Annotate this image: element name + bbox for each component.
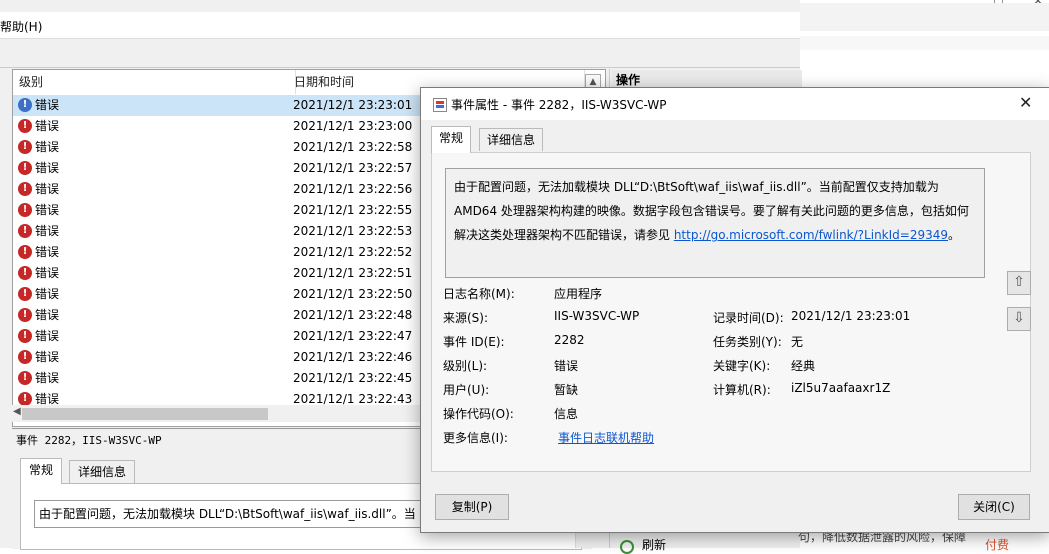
source-value: IIS-W3SVC-WP (554, 309, 640, 323)
more-info-link[interactable]: 事件日志联机帮助 (558, 429, 654, 446)
event-id-value: 2282 (554, 333, 585, 347)
error-icon: ! (18, 266, 32, 280)
browser-strip (800, 3, 1049, 31)
event-datetime: 2021/12/1 23:23:00 (293, 119, 413, 133)
event-datetime: 2021/12/1 23:22:53 (293, 224, 413, 238)
dialog-title: 事件属性 - 事件 2282，IIS-W3SVC-WP (451, 98, 667, 112)
user-value: 暂缺 (554, 383, 579, 397)
event-datetime: 2021/12/1 23:22:51 (293, 266, 413, 280)
dialog-tab-details[interactable]: 详细信息 (479, 128, 544, 151)
logged-label: 记录时间(D): (713, 311, 784, 325)
event-datetime: 2021/12/1 23:22:56 (293, 182, 413, 196)
scroll-left-icon[interactable]: ◀ (13, 406, 21, 417)
close-button[interactable]: 关闭(C) (958, 494, 1030, 520)
task-category-value: 无 (791, 335, 804, 349)
error-icon: ! (18, 350, 32, 364)
event-level: 错误 (35, 224, 60, 238)
event-level: 错误 (35, 329, 60, 343)
event-level: 错误 (35, 119, 60, 133)
event-level: 错误 (35, 266, 60, 280)
background-pay-link[interactable]: 付费 (985, 536, 1009, 553)
event-level: 错误 (35, 98, 60, 112)
copy-button[interactable]: 复制(P) (435, 494, 509, 520)
more-info-label: 更多信息(I): (443, 431, 508, 445)
event-datetime: 2021/12/1 23:22:58 (293, 140, 413, 154)
toolbar (0, 39, 800, 68)
detail-pane-title: 事件 2282，IIS-W3SVC-WP (16, 434, 162, 447)
event-properties-icon (433, 98, 447, 112)
keywords-label: 关键字(K): (713, 359, 771, 373)
computer-label: 计算机(R): (713, 383, 771, 397)
user-label: 用户(U): (443, 383, 490, 397)
event-datetime: 2021/12/1 23:22:57 (293, 161, 413, 175)
error-icon: ! (18, 203, 32, 217)
level-value: 错误 (554, 359, 579, 373)
keywords-value: 经典 (791, 359, 816, 373)
close-icon[interactable]: ✕ (1019, 93, 1032, 112)
scrollbar-thumb[interactable] (22, 408, 268, 420)
detail-tab-general[interactable]: 常规 (20, 458, 63, 484)
browser-band (800, 36, 1049, 50)
error-icon: ! (18, 329, 32, 343)
computer-value: iZl5u7aafaaxr1Z (791, 381, 891, 395)
detail-tab-details[interactable]: 详细信息 (69, 460, 136, 483)
action-refresh[interactable]: 刷新 (642, 536, 666, 553)
menu-help[interactable]: 帮助(H) (0, 18, 42, 35)
event-level: 错误 (35, 308, 60, 322)
event-datetime: 2021/12/1 23:22:52 (293, 245, 413, 259)
event-level: 错误 (35, 140, 60, 154)
error-icon: ! (18, 161, 32, 175)
opcode-label: 操作代码(O): (443, 407, 514, 421)
event-level: 错误 (35, 371, 60, 385)
refresh-icon[interactable] (620, 540, 634, 554)
event-level: 错误 (35, 245, 60, 259)
level-label: 级别(L): (443, 359, 488, 373)
event-datetime: 2021/12/1 23:22:50 (293, 287, 413, 301)
task-category-label: 任务类别(Y): (713, 335, 782, 349)
error-icon: ! (18, 224, 32, 238)
previous-event-icon[interactable]: ⇧ (1007, 271, 1031, 295)
event-id-label: 事件 ID(E): (443, 335, 505, 349)
detail-description-box[interactable]: 由于配置问题，无法加载模块 DLL“D:\BtSoft\waf_iis\waf_… (34, 500, 434, 528)
event-description[interactable]: 由于配置问题，无法加载模块 DLL“D:\BtSoft\waf_iis\waf_… (445, 168, 985, 278)
column-header-level[interactable]: 级别 (13, 70, 296, 94)
opcode-value: 信息 (554, 407, 579, 421)
event-level: 错误 (35, 203, 60, 217)
event-datetime: 2021/12/1 23:22:45 (293, 371, 413, 385)
event-level: 错误 (35, 350, 60, 364)
error-icon: ! (18, 287, 32, 301)
description-end: 。 (948, 228, 961, 242)
error-icon: ! (18, 182, 32, 196)
event-level: 错误 (35, 182, 60, 196)
event-datetime: 2021/12/1 23:22:55 (293, 203, 413, 217)
error-icon: ! (18, 245, 32, 259)
event-properties-dialog: 事件属性 - 事件 2282，IIS-W3SVC-WP ✕ 常规 详细信息 由于… (420, 87, 1049, 533)
log-name-label: 日志名称(M): (443, 287, 515, 301)
dialog-tab-general[interactable]: 常规 (431, 126, 472, 153)
event-datetime: 2021/12/1 23:22:46 (293, 350, 413, 364)
event-datetime: 2021/12/1 23:22:48 (293, 308, 413, 322)
menu-bar: 帮助(H) (0, 12, 800, 39)
dialog-titlebar: 事件属性 - 事件 2282，IIS-W3SVC-WP ✕ (421, 88, 1049, 120)
event-level: 错误 (35, 161, 60, 175)
error-icon: ! (18, 392, 32, 406)
error-icon: ! (18, 98, 32, 112)
event-level: 错误 (35, 287, 60, 301)
source-label: 来源(S): (443, 311, 489, 325)
error-icon: ! (18, 308, 32, 322)
error-icon: ! (18, 119, 32, 133)
error-icon: ! (18, 371, 32, 385)
event-datetime: 2021/12/1 23:23:01 (293, 98, 413, 112)
event-datetime: 2021/12/1 23:22:47 (293, 329, 413, 343)
next-event-icon[interactable]: ⇩ (1007, 307, 1031, 331)
logged-value: 2021/12/1 23:23:01 (791, 309, 911, 323)
description-link[interactable]: http://go.microsoft.com/fwlink/?LinkId=2… (674, 228, 948, 242)
log-name-value: 应用程序 (554, 287, 603, 301)
error-icon: ! (18, 140, 32, 154)
